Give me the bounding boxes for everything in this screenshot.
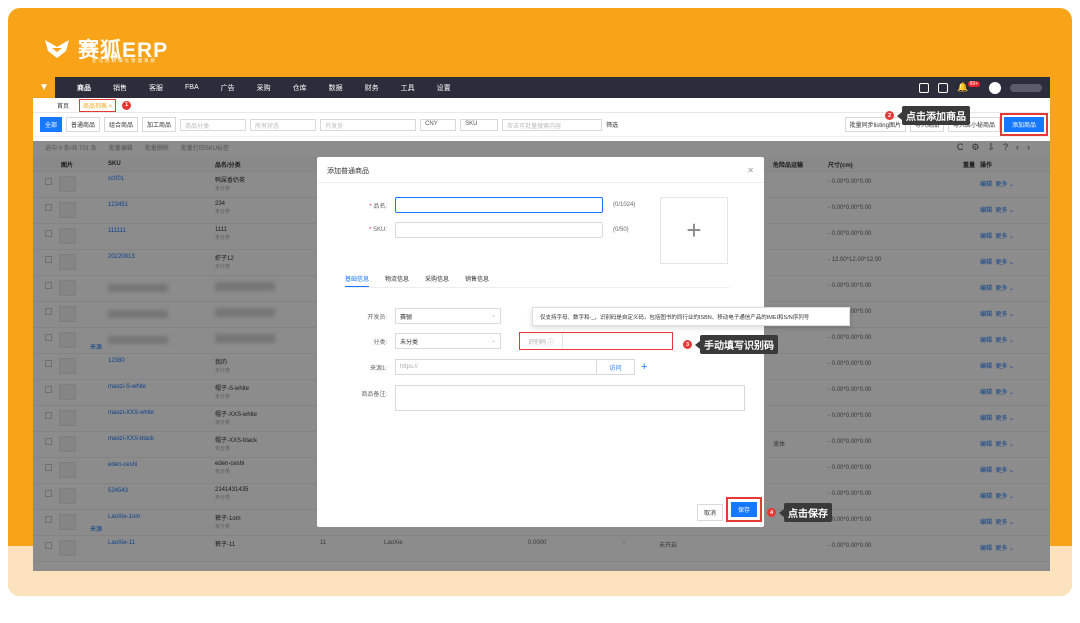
calendar-icon[interactable]	[919, 82, 930, 93]
tab-basic-info[interactable]: 基础信息	[345, 274, 370, 287]
notification-badge: 99+	[967, 80, 980, 87]
fox-logo-icon	[45, 40, 69, 58]
remark-textarea[interactable]	[395, 385, 745, 411]
category-select[interactable]: 未分类 ⌄	[395, 333, 501, 349]
tab-product-list[interactable]: 商品列表 ×	[79, 98, 117, 112]
cancel-button[interactable]: 取消	[697, 504, 724, 521]
nav-item-purchase[interactable]: 采购	[257, 83, 271, 93]
developer-row: 开发员: 赛骊 ⌄	[317, 308, 501, 324]
username[interactable]	[1010, 83, 1042, 92]
source-row: 来源1: https://访问 +	[317, 359, 647, 375]
remark-row: 商品备注:	[317, 385, 745, 411]
filter-all[interactable]: 全部	[40, 117, 63, 132]
callout-add-product: 2 点击添加商品	[885, 106, 970, 125]
nav-item-fba[interactable]: FBA	[185, 84, 199, 91]
image-upload[interactable]: +	[660, 197, 728, 264]
nav-item-sales[interactable]: 销售	[113, 83, 127, 93]
plus-icon: +	[686, 215, 702, 245]
top-nav: ▼ 商品 销售 客服 FBA 广告 采购 仓库 数据 财务 工具 设置 🔔 99…	[33, 77, 1050, 98]
step-1-marker: 1	[122, 100, 132, 110]
modal-title: 添加普通商品	[327, 168, 369, 175]
category-row: 分类: 未分类 ⌄	[317, 333, 501, 349]
category-label: 分类:	[373, 339, 387, 346]
chevron-down-icon: ⌄	[490, 313, 496, 319]
developer-select[interactable]: 赛骊 ⌄	[395, 308, 501, 324]
tab-home[interactable]: 首页	[57, 101, 69, 110]
nav-item-tools[interactable]: 工具	[401, 83, 415, 93]
sku-counter: (0/50)	[613, 227, 629, 233]
identifier-tooltip: 仅支持字母、数字和-_，识别码是自定义码，包括图书的同行业的ISBN、移动电子通…	[532, 307, 850, 326]
currency-select[interactable]: CNY	[420, 118, 457, 131]
brand-logo: 赛狐ERP 亚马逊精细化管理系统	[44, 34, 168, 64]
sku-label: SKU:	[372, 227, 387, 233]
filter-processed[interactable]: 加工商品	[142, 117, 177, 132]
nav-item-products[interactable]: 商品	[77, 83, 91, 93]
name-label: 品名:	[373, 203, 387, 210]
sku-row: * SKU: (0/50)	[317, 222, 629, 238]
add-product-button[interactable]: 添加商品	[999, 113, 1049, 136]
callout-identifier: 3 手动填写识别码	[683, 335, 778, 354]
name-row: * 品名: (0/1024)	[317, 197, 635, 213]
chevron-down-icon: ⌄	[490, 338, 496, 344]
save-button[interactable]: 保存	[725, 497, 763, 522]
identifier-label: 识别码 ⓘ	[528, 339, 554, 346]
add-source-icon[interactable]: +	[641, 361, 647, 373]
identifier-field[interactable]: 识别码 ⓘ	[519, 332, 673, 350]
nav-item-service[interactable]: 客服	[149, 83, 163, 93]
source-label: 来源1:	[369, 365, 387, 372]
tab-logistics[interactable]: 物流信息	[385, 274, 409, 287]
avatar[interactable]	[989, 81, 1001, 94]
nav-item-settings[interactable]: 设置	[437, 83, 451, 93]
visit-button[interactable]: 访问	[596, 360, 634, 374]
phone-icon[interactable]	[938, 82, 949, 93]
sku-input[interactable]	[395, 222, 603, 238]
filter-button[interactable]: 筛选	[606, 120, 618, 129]
modal-tabs: 基础信息 物流信息 采购信息 销售信息	[345, 274, 729, 288]
remark-label: 商品备注:	[361, 392, 387, 398]
callout-save: 4 点击保存	[767, 503, 832, 522]
nav-logo-icon[interactable]: ▼	[33, 77, 55, 98]
identifier-input[interactable]	[561, 333, 672, 349]
tab-purchase[interactable]: 采购信息	[425, 274, 449, 287]
source-url-input[interactable]: https://访问	[395, 359, 635, 375]
category-select[interactable]: 商品分类	[180, 118, 247, 131]
filter-normal[interactable]: 普通商品	[66, 117, 101, 132]
status-select[interactable]: 所有状态	[250, 118, 317, 131]
close-icon[interactable]: ✕	[747, 166, 754, 175]
brand-tagline: 亚马逊精细化管理系统	[92, 58, 157, 63]
developer-select[interactable]: 开发员	[320, 118, 417, 131]
filter-combo[interactable]: 组合商品	[104, 117, 139, 132]
field-select[interactable]: SKU	[460, 118, 499, 131]
search-input[interactable]: 双击可批量搜索内容	[502, 118, 603, 131]
name-counter: (0/1024)	[613, 202, 636, 208]
name-input[interactable]	[395, 197, 603, 213]
nav-item-finance[interactable]: 财务	[365, 83, 379, 93]
developer-label: 开发员:	[367, 314, 387, 321]
nav-item-ads[interactable]: 广告	[221, 83, 235, 93]
tab-sales[interactable]: 销售信息	[465, 274, 489, 287]
bell-icon[interactable]: 🔔	[957, 82, 968, 93]
nav-item-warehouse[interactable]: 仓库	[293, 83, 307, 93]
nav-item-data[interactable]: 数据	[329, 83, 343, 93]
